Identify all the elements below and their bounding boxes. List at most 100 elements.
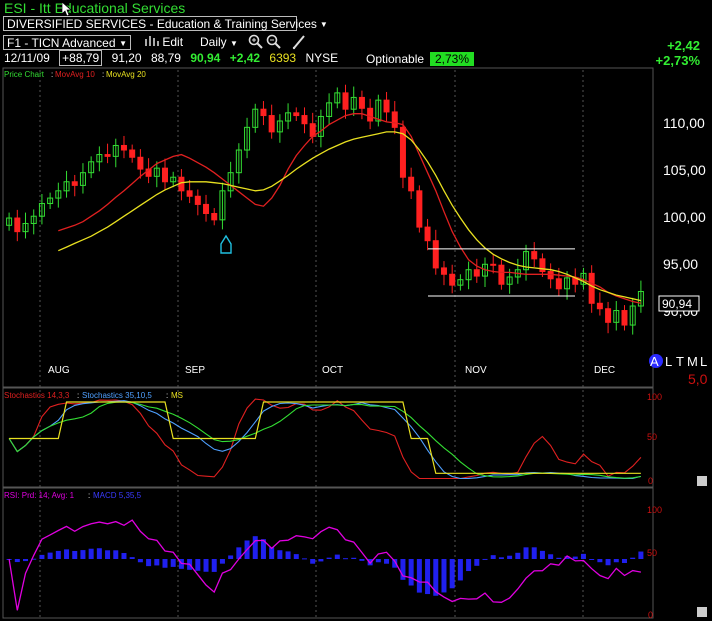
y-tick-label: 50 xyxy=(647,432,657,442)
macd-bar xyxy=(14,559,20,563)
candle-body xyxy=(293,112,300,117)
macd-bar xyxy=(301,558,307,560)
candle-body xyxy=(498,264,505,285)
macd-bar xyxy=(498,557,504,559)
candle-body xyxy=(391,111,398,128)
scroll-square[interactable] xyxy=(697,476,707,486)
candle-body xyxy=(621,310,628,326)
mode-letters: A L T M L xyxy=(650,354,707,369)
macd-bar xyxy=(252,536,258,559)
candle-body xyxy=(342,92,349,110)
legend-sep: : xyxy=(88,491,90,500)
macd-bar xyxy=(96,548,102,559)
macd-bar xyxy=(113,550,119,559)
candle-body xyxy=(440,267,447,275)
macd-bar xyxy=(219,559,225,564)
candle-body xyxy=(14,217,21,233)
macd-bar xyxy=(277,550,283,559)
macd-bar xyxy=(589,559,595,560)
rsi-y-axis: 100 50 0 xyxy=(647,505,662,620)
candle-body xyxy=(186,190,193,197)
macd-bar xyxy=(441,559,447,593)
candle-body xyxy=(424,226,431,242)
candle-body xyxy=(301,115,308,125)
macd-bar xyxy=(638,551,644,559)
stoch-legend: Stochastics 14,3,3 : Stochastics 35,10,5… xyxy=(4,391,183,400)
mode-letter-l[interactable]: L xyxy=(665,354,672,369)
y-tick-label: 100,00 xyxy=(663,209,706,225)
candle-body xyxy=(194,195,201,205)
candle-body xyxy=(531,251,538,260)
price-y-axis: 110,00 105,00 100,00 95,00 90,00 xyxy=(663,115,706,319)
y-tick-label: 100 xyxy=(647,392,662,402)
macd-bar xyxy=(605,559,611,566)
x-tick-label: NOV xyxy=(465,365,487,376)
macd-bar xyxy=(375,559,381,563)
legend-stoch-14: Stochastics 14,3,3 xyxy=(4,391,70,400)
macd-bar xyxy=(105,550,111,559)
macd-bar xyxy=(613,559,619,563)
legend-stoch-35: Stochastics 35,10,5 xyxy=(82,391,152,400)
stoch-plot xyxy=(8,398,642,480)
y-tick-label: 0 xyxy=(648,476,653,486)
macd-bar xyxy=(351,557,357,559)
y-tick-label: 95,00 xyxy=(663,256,698,272)
candle-body xyxy=(432,240,439,269)
candle-body xyxy=(416,190,423,228)
macd-bar xyxy=(474,559,480,566)
macd-bar xyxy=(457,559,463,581)
candle-body xyxy=(596,302,603,310)
y-tick-label: 105,00 xyxy=(663,162,706,178)
macd-bar xyxy=(228,555,234,559)
macd-bar xyxy=(88,548,94,559)
legend-sep: : xyxy=(77,391,79,400)
macd-bar xyxy=(630,557,636,559)
macd-bar xyxy=(416,559,422,593)
macd-bar xyxy=(580,553,586,559)
macd-bar xyxy=(597,559,603,563)
ms-line xyxy=(9,401,641,474)
macd-bar xyxy=(490,555,496,559)
mode-letter-l2[interactable]: L xyxy=(700,354,707,369)
macd-bar xyxy=(39,554,45,559)
macd-bar xyxy=(80,550,86,559)
mode-letter-t[interactable]: T xyxy=(676,354,684,369)
macd-bar xyxy=(129,557,135,559)
legend-ms: MS xyxy=(171,391,183,400)
macd-bar xyxy=(515,552,521,559)
legend-rsi: RSI: Prd: 14; Avg: 1 xyxy=(4,491,75,500)
macd-bar xyxy=(359,559,365,561)
mode-letter-a[interactable]: A xyxy=(650,354,659,369)
candle-body xyxy=(260,108,267,117)
macd-bar xyxy=(121,553,127,559)
legend-mavg10: MovAvg 10 xyxy=(55,70,95,79)
macd-bar xyxy=(146,559,152,567)
macd-bar xyxy=(384,559,390,564)
mode-letter-m[interactable]: M xyxy=(687,354,698,369)
macd-bar xyxy=(170,559,176,567)
candle-body xyxy=(162,167,168,183)
candle-body xyxy=(588,272,595,304)
candle-body xyxy=(408,176,415,192)
macd-bar xyxy=(572,556,578,559)
stoch-y-axis: 100 50 0 xyxy=(647,392,662,486)
macd-bar xyxy=(556,557,562,559)
series-line-mavg10 xyxy=(58,113,642,304)
candle-body xyxy=(137,156,144,170)
macd-bar xyxy=(318,559,324,562)
candle-body xyxy=(473,269,480,277)
candle-body xyxy=(104,154,111,157)
candle-body xyxy=(555,278,562,290)
candle-body xyxy=(605,308,612,323)
macd-bar xyxy=(539,550,545,559)
y-tick-label: 0 xyxy=(648,610,653,620)
scroll-square[interactable] xyxy=(697,607,707,617)
x-tick-label: AUG xyxy=(48,365,70,376)
last-price-label: 90,94 xyxy=(662,297,692,311)
legend-macd: MACD 5,35,5 xyxy=(93,491,142,500)
macd-bar xyxy=(449,559,455,589)
macd-bar xyxy=(23,559,29,562)
legend-mavg20: MovAvg 20 xyxy=(106,70,146,79)
macd-bar xyxy=(203,559,209,572)
macd-bar xyxy=(466,559,472,572)
